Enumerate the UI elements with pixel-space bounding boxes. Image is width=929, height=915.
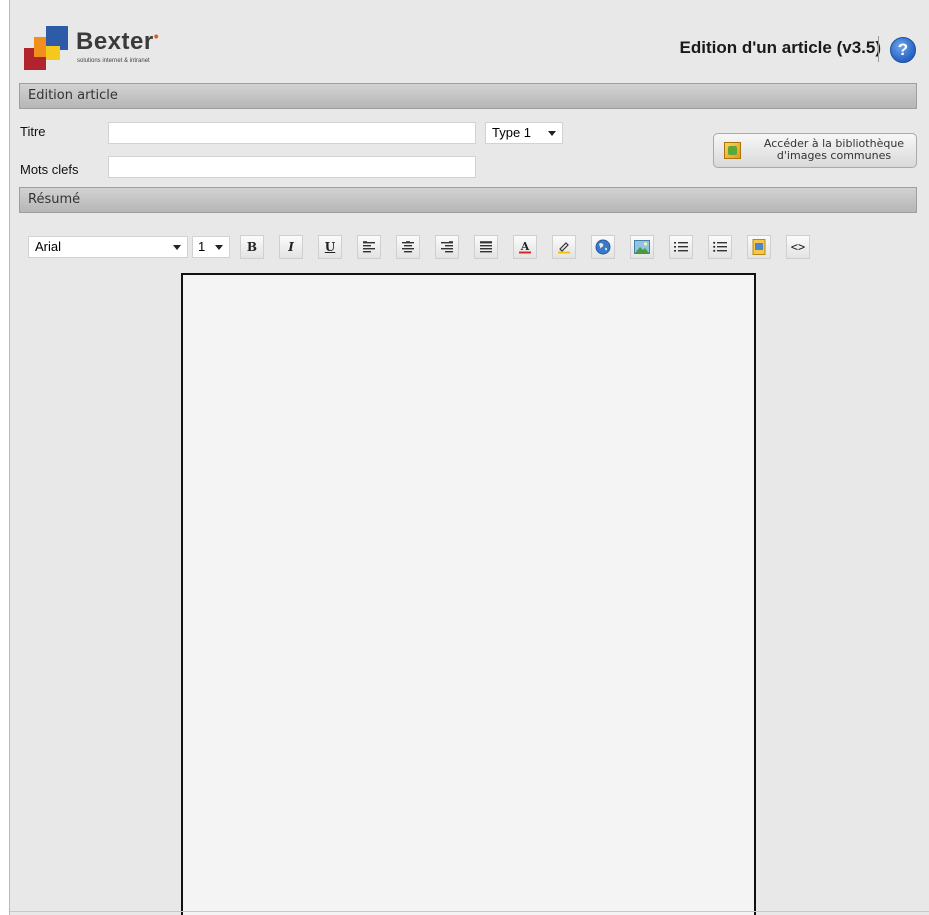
type-select[interactable]: Type 1 — [485, 122, 563, 144]
font-family-select[interactable]: Arial — [28, 236, 188, 258]
logo-brand-name: Bexter• — [76, 28, 160, 55]
align-left-button[interactable] — [357, 235, 381, 259]
source-code-button[interactable]: <> — [786, 235, 810, 259]
bold-icon: B — [246, 240, 258, 254]
document-icon — [752, 239, 766, 255]
image-icon — [634, 240, 650, 254]
bottom-divider — [10, 911, 929, 912]
keywords-input[interactable] — [108, 156, 476, 178]
image-library-button[interactable]: Accéder à la bibliothèque d'images commu… — [713, 133, 917, 168]
svg-text:A: A — [520, 240, 530, 253]
unordered-list-icon — [713, 241, 727, 252]
logo-yellow-square — [46, 46, 60, 60]
font-family-value: Arial — [35, 239, 62, 254]
insert-link-button[interactable] — [591, 235, 615, 259]
text-color-icon: A — [519, 240, 531, 254]
font-size-select[interactable]: 1 — [192, 236, 230, 258]
insert-document-button[interactable] — [747, 235, 771, 259]
chevron-down-icon — [173, 245, 181, 250]
chevron-down-icon — [215, 245, 223, 250]
align-justify-icon — [480, 241, 492, 253]
align-left-icon — [363, 241, 375, 253]
section-header-resume: Résumé — [19, 187, 917, 213]
align-center-button[interactable] — [396, 235, 420, 259]
section-header-edition: Edition article — [19, 83, 917, 109]
underline-button[interactable]: U — [318, 235, 342, 259]
logo-tagline: solutions internet & intranet — [77, 58, 150, 64]
ordered-list-button[interactable] — [669, 235, 693, 259]
article-editor-window: Bexter• solutions internet & intranet Ed… — [9, 0, 929, 915]
insert-image-button[interactable] — [630, 235, 654, 259]
image-library-button-label: Accéder à la bibliothèque d'images commu… — [763, 137, 905, 162]
ordered-list-icon — [674, 242, 688, 252]
keywords-label: Mots clefs — [20, 162, 79, 177]
italic-button[interactable]: I — [279, 235, 303, 259]
page-title: Edition d'un article (v3.5) — [679, 38, 881, 57]
highlight-button[interactable] — [552, 235, 576, 259]
title-label: Titre — [20, 124, 46, 139]
font-size-value: 1 — [198, 239, 206, 254]
unordered-list-button[interactable] — [708, 235, 732, 259]
bold-button[interactable]: B — [240, 235, 264, 259]
align-right-icon — [441, 241, 453, 253]
code-icon: <> — [790, 240, 806, 254]
rich-text-editor[interactable] — [181, 273, 756, 915]
title-input[interactable] — [108, 122, 476, 144]
globe-icon — [595, 239, 611, 255]
underline-icon: U — [324, 240, 336, 254]
align-justify-button[interactable] — [474, 235, 498, 259]
image-library-icon — [724, 142, 741, 159]
highlight-icon — [558, 242, 570, 254]
header-divider — [878, 36, 879, 62]
type-select-value: Type 1 — [492, 125, 532, 140]
bexter-logo: Bexter• solutions internet & intranet — [24, 26, 176, 72]
align-center-icon — [402, 241, 414, 253]
help-icon[interactable]: ? — [890, 37, 916, 63]
text-color-button[interactable]: A — [513, 235, 537, 259]
italic-icon: I — [288, 240, 294, 254]
align-right-button[interactable] — [435, 235, 459, 259]
chevron-down-icon — [548, 131, 556, 136]
